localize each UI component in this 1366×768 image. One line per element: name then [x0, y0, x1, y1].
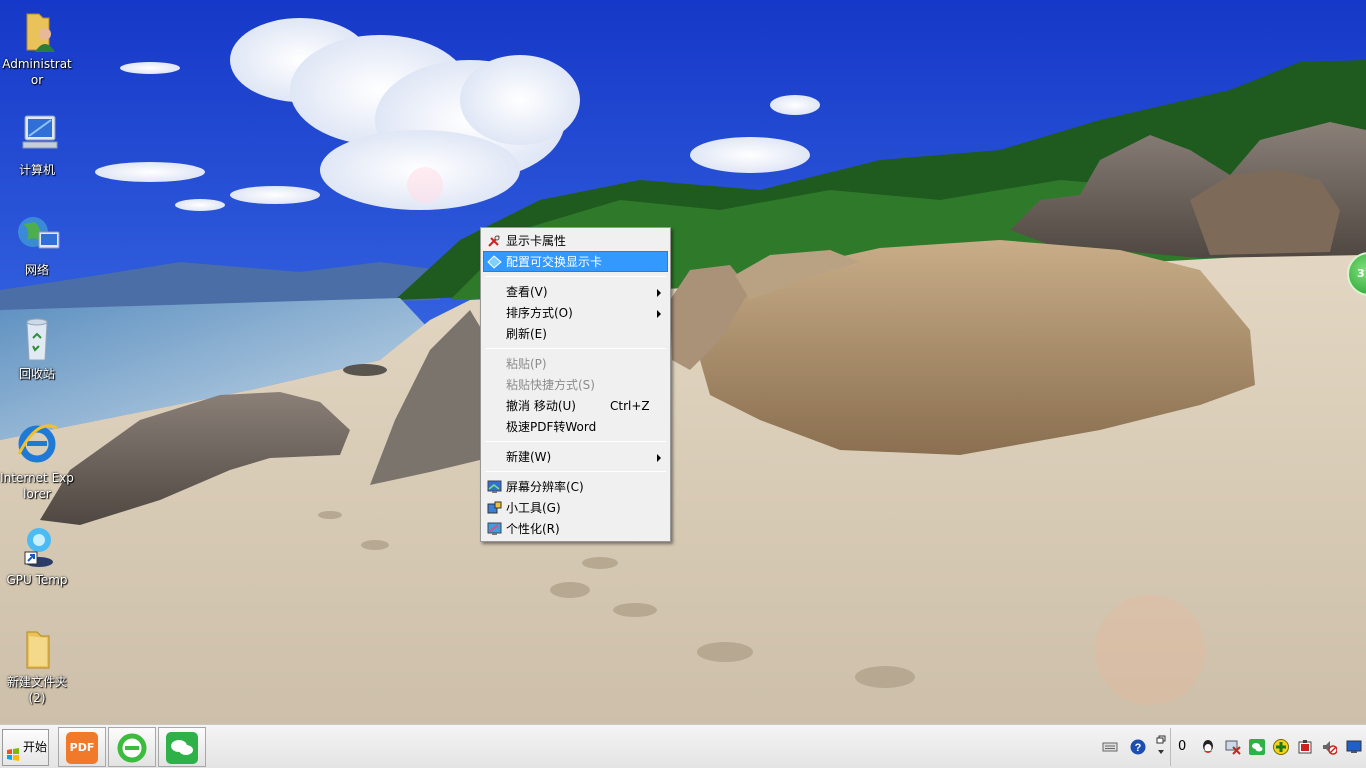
gadgets-icon [487, 501, 502, 515]
menu-item-paste[interactable]: 粘贴(P) [483, 353, 668, 374]
network-icon [13, 212, 61, 260]
menu-separator [485, 441, 666, 442]
folder-icon [13, 624, 61, 672]
wechat-tray-icon[interactable] [1249, 739, 1265, 755]
menu-item-label: 粘贴(P) [506, 357, 547, 371]
menu-item-display-card-properties[interactable]: 显示卡属性 [483, 230, 668, 251]
add-icon[interactable] [1273, 739, 1289, 755]
desktop-context-menu: 显示卡属性 配置可交换显示卡 查看(V) 排序方式(O) 刷新(E) 粘贴(P)… [480, 227, 671, 542]
menu-separator [485, 348, 666, 349]
restore-icon[interactable] [1155, 735, 1171, 754]
desktop-icon-gpu-temp[interactable]: GPU Temp [0, 522, 74, 588]
desktop-icon-administrator[interactable]: Administrator [0, 6, 74, 88]
ie-taskbar-icon [116, 732, 148, 767]
desktop-icon-label: 网络 [24, 263, 49, 277]
desktop-icon-recycle-bin[interactable]: 回收站 [0, 316, 74, 382]
menu-item-refresh[interactable]: 刷新(E) [483, 323, 668, 344]
monitor-icon[interactable] [1346, 739, 1362, 755]
wechat-icon [166, 732, 198, 764]
menu-item-label: 小工具(G) [506, 501, 561, 515]
desktop-icon-network[interactable]: 网络 [0, 212, 74, 278]
security-icon[interactable] [1297, 739, 1313, 755]
menu-item-personalize[interactable]: 个性化(R) [483, 518, 668, 539]
menu-item-gadgets[interactable]: 小工具(G) [483, 497, 668, 518]
menu-item-pdf-to-word[interactable]: 极速PDF转Word [483, 416, 668, 437]
menu-item-label: 排序方式(O) [506, 306, 573, 320]
menu-item-new[interactable]: 新建(W) [483, 446, 668, 467]
ie-icon [13, 420, 61, 468]
user-folder-icon [13, 6, 61, 54]
menu-item-accelerator: Ctrl+Z [610, 399, 650, 413]
qq-icon[interactable] [1200, 739, 1216, 755]
submenu-arrow-icon [657, 454, 661, 462]
submenu-arrow-icon [657, 289, 661, 297]
taskbar-app-ie-browser[interactable] [108, 727, 156, 767]
side-gadget-text: 31 [1357, 267, 1366, 280]
volume-muted-icon[interactable] [1321, 739, 1338, 755]
keyboard-icon[interactable] [1102, 739, 1118, 755]
desktop-icon-label: Internet Explorer [0, 471, 74, 501]
menu-item-label: 粘贴快捷方式(S) [506, 378, 595, 392]
menu-item-sort-by[interactable]: 排序方式(O) [483, 302, 668, 323]
start-button[interactable]: 开始 [2, 729, 49, 766]
menu-item-configure-switchable-graphics[interactable]: 配置可交换显示卡 [483, 251, 668, 272]
menu-item-label: 个性化(R) [506, 522, 560, 536]
menu-item-label: 配置可交换显示卡 [506, 255, 603, 269]
desktop-icon-internet-explorer[interactable]: Internet Explorer [0, 420, 74, 502]
desktop-icon-label: 计算机 [18, 163, 55, 177]
display-card-properties-icon [487, 234, 502, 248]
desktop-icon-label: GPU Temp [6, 573, 68, 587]
menu-item-label: 刷新(E) [506, 327, 547, 341]
menu-item-screen-resolution[interactable]: 屏幕分辨率(C) [483, 476, 668, 497]
menu-item-label: 屏幕分辨率(C) [506, 480, 584, 494]
switchable-graphics-icon [487, 255, 502, 269]
menu-item-undo-move[interactable]: 撤消 移动(U) Ctrl+Z [483, 395, 668, 416]
personalize-icon [487, 522, 502, 536]
menu-item-label: 新建(W) [506, 450, 552, 464]
pdf-icon: PDF [66, 732, 98, 764]
taskbar-app-wechat[interactable] [158, 727, 206, 767]
desktop-icon-new-folder[interactable]: 新建文件夹 (2) [0, 624, 74, 706]
menu-item-view[interactable]: 查看(V) [483, 281, 668, 302]
taskbar-app-pdf[interactable]: PDF [58, 727, 106, 767]
desktop-icon-label: 新建文件夹 (2) [6, 675, 67, 705]
desktop-icon-label: Administrator [2, 57, 72, 87]
screen-resolution-icon [487, 480, 502, 494]
menu-item-label: 撤消 移动(U) [506, 399, 576, 413]
help-icon[interactable]: ? [1130, 739, 1146, 755]
gpu-temp-icon [13, 522, 61, 570]
taskbar: 开始 PDF ? 0 [0, 724, 1366, 768]
start-label: 开始 [23, 740, 48, 754]
menu-item-label: 极速PDF转Word [506, 420, 597, 434]
recycle-bin-icon [13, 316, 61, 364]
menu-item-label: 显示卡属性 [506, 234, 567, 248]
menu-item-paste-shortcut[interactable]: 粘贴快捷方式(S) [483, 374, 668, 395]
network-off-icon[interactable] [1225, 739, 1241, 755]
desktop-wallpaper [0, 0, 1366, 724]
desktop-icon-computer[interactable]: 计算机 [0, 112, 74, 178]
menu-item-label: 查看(V) [506, 285, 548, 299]
svg-text:?: ? [1135, 742, 1142, 754]
windows-logo-icon [6, 741, 20, 761]
menu-separator [485, 276, 666, 277]
desktop-icon-label: 回收站 [18, 367, 55, 381]
menu-separator [485, 471, 666, 472]
submenu-arrow-icon [657, 310, 661, 318]
computer-icon [13, 112, 61, 160]
tray-count: 0 [1178, 739, 1187, 754]
